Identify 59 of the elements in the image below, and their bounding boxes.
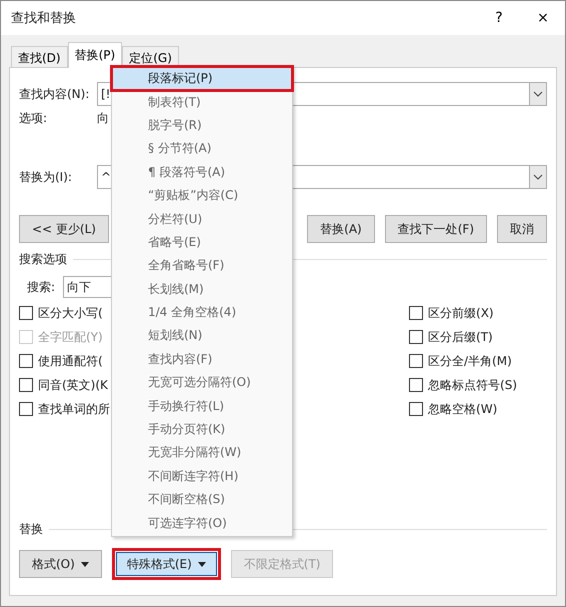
menu-item[interactable]: 1/4 全角空格(4) xyxy=(112,300,292,324)
checkbox-label: 区分前缀(X) xyxy=(428,304,494,322)
menu-item[interactable]: 无宽非分隔符(W) xyxy=(112,441,292,465)
checkbox-label: 查找单词的所 xyxy=(38,400,110,418)
chevron-down-icon xyxy=(533,174,543,180)
tab[interactable]: 查找(D) xyxy=(11,46,68,67)
section-title: 搜索选项 xyxy=(19,251,67,268)
options-label: 选项: xyxy=(19,110,48,127)
dialog-button[interactable]: << 更少(L) xyxy=(19,215,109,243)
checkbox[interactable] xyxy=(409,354,424,368)
field-label: 替换为(I): xyxy=(19,168,73,186)
format-button[interactable]: 格式(O) xyxy=(19,550,102,578)
tab[interactable]: 替换(P) xyxy=(68,42,122,68)
checkbox[interactable] xyxy=(409,306,424,320)
checkbox[interactable] xyxy=(19,402,33,416)
checkbox-label: 忽略空格(W) xyxy=(428,400,498,418)
menu-item[interactable]: 分栏符(U) xyxy=(112,207,292,231)
checkbox[interactable] xyxy=(409,330,424,344)
menu-item[interactable]: 无宽可选分隔符(O) xyxy=(112,371,292,394)
menu-item[interactable]: 全角省略号(F) xyxy=(112,254,292,278)
checkbox-label: 区分后缀(T) xyxy=(428,328,493,346)
menu-item[interactable]: 手动分页符(K) xyxy=(112,418,292,442)
menu-item[interactable]: 短划线(N) xyxy=(112,324,292,348)
checkbox[interactable] xyxy=(19,354,33,368)
close-button[interactable]: × xyxy=(521,1,565,35)
checkbox-label: 同音(英文)(K xyxy=(38,376,108,394)
menu-item[interactable]: 长划线(M) xyxy=(112,278,292,301)
checkbox[interactable] xyxy=(19,306,33,320)
tab[interactable]: 定位(G) xyxy=(122,46,179,67)
format-button[interactable]: 特殊格式(E) xyxy=(112,548,221,580)
menu-item[interactable]: 脱字号(R) xyxy=(112,114,292,138)
caret-icon xyxy=(198,562,206,566)
search-label: 搜索: xyxy=(27,278,56,296)
menu-item[interactable]: 段落标记(P) xyxy=(112,67,292,90)
dialog-button[interactable]: 替换(A) xyxy=(307,215,375,243)
options-value: 向 xyxy=(97,110,109,127)
checkbox[interactable] xyxy=(409,402,424,416)
checkbox-label: 忽略标点符号(S) xyxy=(428,376,517,394)
menu-item[interactable]: 可选连字符(O) xyxy=(112,511,292,535)
menu-item[interactable]: 不间断空格(S) xyxy=(112,488,292,512)
menu-item[interactable]: 不间断连字符(H) xyxy=(112,464,292,488)
menu-item[interactable]: § 分节符(A) xyxy=(112,137,292,161)
menu-item[interactable]: 手动换行符(L) xyxy=(112,394,292,418)
checkbox-label: 全字匹配(Y) xyxy=(38,328,103,346)
checkbox-label: 区分全/半角(M) xyxy=(428,352,512,370)
checkbox[interactable] xyxy=(19,378,33,392)
checkbox-label: 使用通配符( xyxy=(38,352,103,370)
checkbox[interactable] xyxy=(409,378,424,392)
section-title: 替换 xyxy=(19,521,43,538)
dialog-button[interactable]: 取消 xyxy=(497,215,547,243)
window-title: 查找和替换 xyxy=(11,10,77,27)
chevron-down-icon xyxy=(533,91,543,97)
dialog-button[interactable]: 查找下一处(F) xyxy=(384,215,487,243)
caret-icon xyxy=(80,562,89,566)
menu-item[interactable]: 查找内容(F) xyxy=(112,348,292,372)
checkbox-label: 区分大小写( xyxy=(38,304,103,322)
field-label: 查找内容(N): xyxy=(19,86,90,102)
menu-item[interactable]: 省略号(E) xyxy=(112,230,292,254)
help-button[interactable]: ? xyxy=(477,1,521,35)
